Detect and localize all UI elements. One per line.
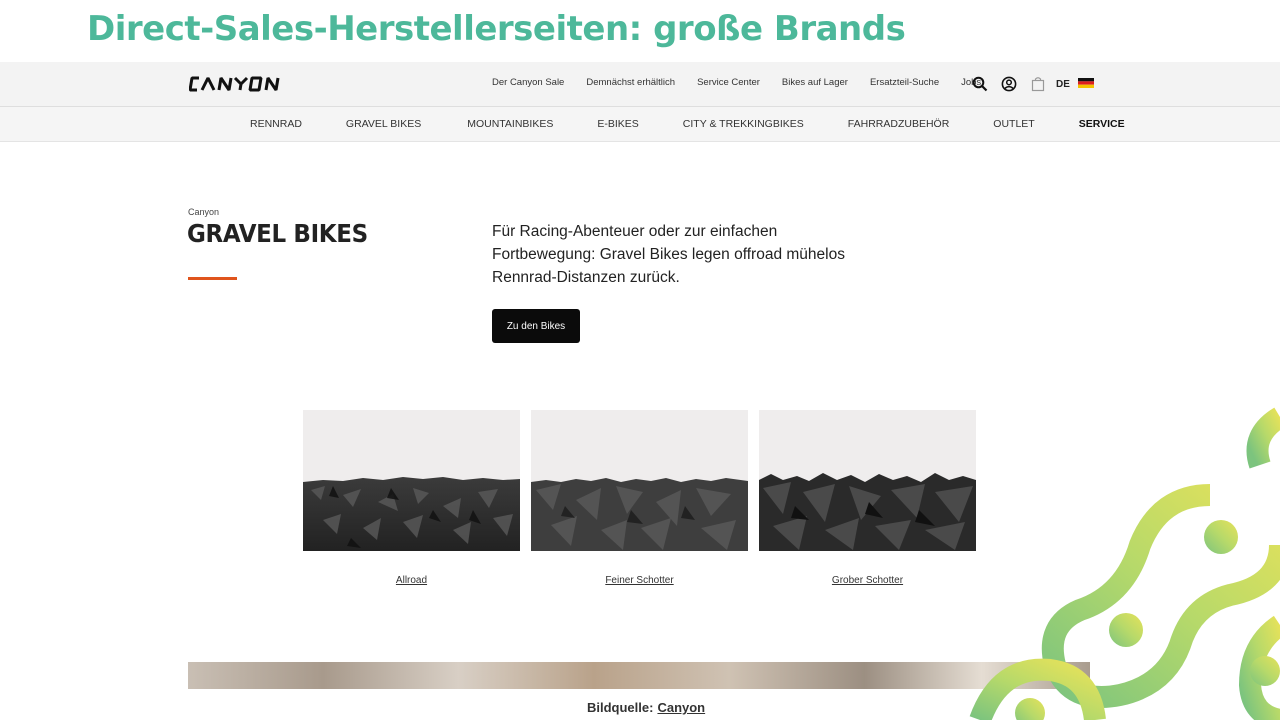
top-link-service-center[interactable]: Service Center <box>697 77 760 88</box>
nav-item-rennrad[interactable]: RENNRAD <box>250 118 302 130</box>
account-icon[interactable] <box>1000 75 1018 93</box>
language-selector[interactable]: DE <box>1056 78 1094 90</box>
terrain-label-fine-gravel[interactable]: Feiner Schotter <box>531 575 748 586</box>
terrain-label-allroad[interactable]: Allroad <box>303 575 520 586</box>
hero-description: Für Racing-Abenteuer oder zur einfachen … <box>492 223 845 286</box>
coarse-gravel-terrain-image <box>759 473 976 551</box>
language-label: DE <box>1056 79 1070 90</box>
terrain-card-coarse-gravel[interactable] <box>759 410 976 551</box>
terrain-card-fine-gravel[interactable] <box>531 410 748 551</box>
nav-item-city-trekking[interactable]: CITY & TREKKINGBIKES <box>683 118 804 130</box>
nav-item-e-bikes[interactable]: E-BIKES <box>597 118 638 130</box>
search-icon[interactable] <box>971 75 989 93</box>
hero-photo-strip <box>188 662 1090 689</box>
top-link-sale[interactable]: Der Canyon Sale <box>492 77 564 88</box>
nav-item-gravel-bikes[interactable]: GRAVEL BIKES <box>346 118 421 130</box>
nav-item-service[interactable]: SERVICE <box>1079 118 1125 130</box>
top-link-in-stock[interactable]: Bikes auf Lager <box>782 77 848 88</box>
allroad-terrain-image <box>303 477 520 551</box>
caption-label: Bildquelle: <box>587 700 654 715</box>
website-screenshot: Der Canyon Sale Demnächst erhältlich Ser… <box>0 62 1280 689</box>
to-bikes-button[interactable]: Zu den Bikes <box>492 309 580 343</box>
breadcrumb[interactable]: Canyon <box>188 207 219 217</box>
nav-item-accessories[interactable]: FAHRRADZUBEHÖR <box>848 118 950 130</box>
nav-item-mountainbikes[interactable]: MOUNTAINBIKES <box>467 118 553 130</box>
terrain-label-coarse-gravel[interactable]: Grober Schotter <box>759 575 976 586</box>
top-link-spare-parts[interactable]: Ersatzteil-Suche <box>870 77 939 88</box>
terrain-card-allroad[interactable] <box>303 410 520 551</box>
top-links: Der Canyon Sale Demnächst erhältlich Ser… <box>480 77 1003 88</box>
flag-de-icon <box>1077 78 1094 88</box>
header-icons: DE <box>971 75 1094 93</box>
nav-item-outlet[interactable]: OUTLET <box>993 118 1034 130</box>
page-title: GRAVEL BIKES <box>187 219 368 248</box>
top-link-coming-soon[interactable]: Demnächst erhältlich <box>586 77 675 88</box>
top-bar: Der Canyon Sale Demnächst erhältlich Ser… <box>0 62 1280 107</box>
canyon-logo[interactable] <box>189 76 291 92</box>
fine-gravel-terrain-image <box>531 478 748 551</box>
image-source-caption: Bildquelle: Canyon <box>587 700 705 715</box>
cart-icon[interactable] <box>1029 75 1047 93</box>
category-nav: RENNRAD GRAVEL BIKES MOUNTAINBIKES E-BIK… <box>0 107 1280 142</box>
accent-divider <box>188 277 237 280</box>
slide-title: Direct-Sales-Herstellerseiten: große Bra… <box>87 9 906 49</box>
caption-source-link[interactable]: Canyon <box>657 700 705 715</box>
